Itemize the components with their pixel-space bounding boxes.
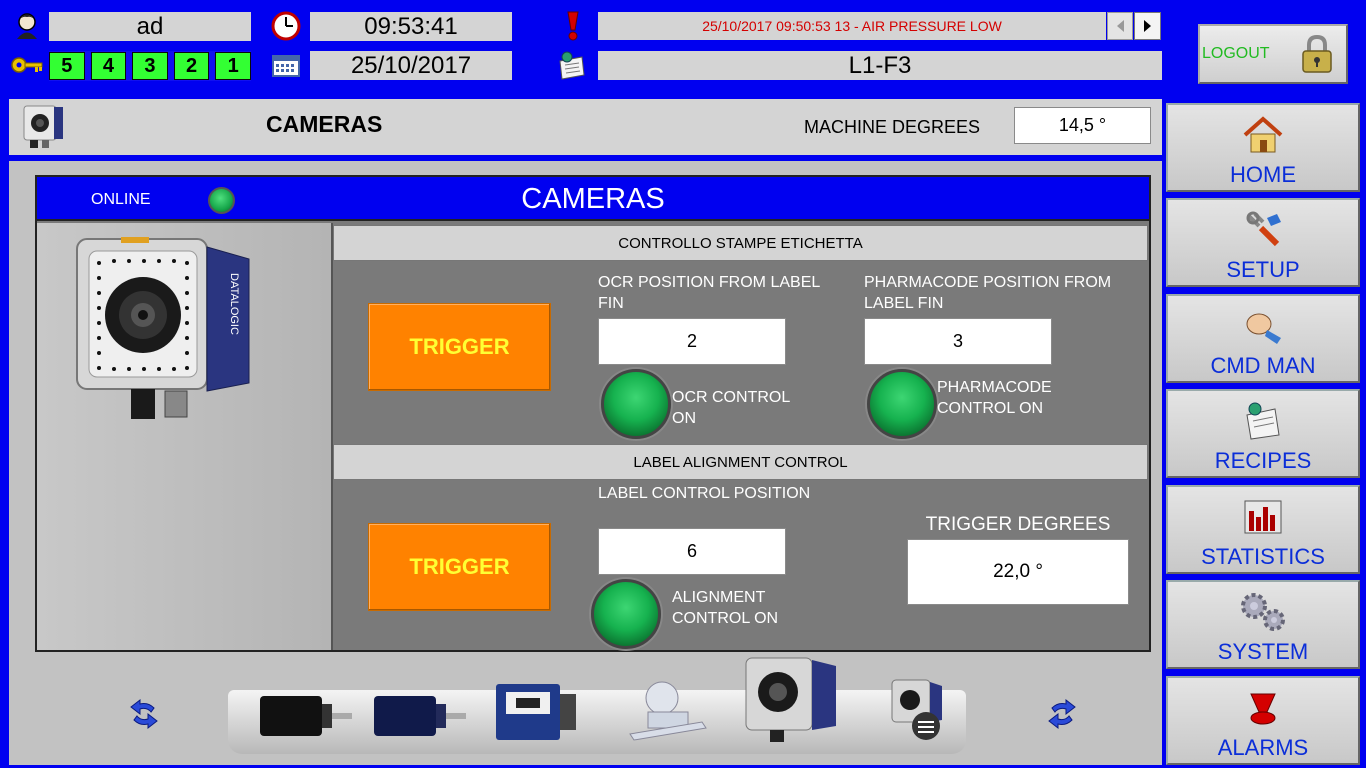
pharmacode-control-led[interactable] <box>867 369 937 439</box>
user-icon <box>14 12 40 40</box>
panel-title: CAMERAS <box>521 183 665 215</box>
alarm-message[interactable]: 25/10/2017 09:50:53 13 - AIR PRESSURE LO… <box>598 12 1106 40</box>
trigger-button-label-alignment[interactable]: TRIGGER <box>368 523 551 611</box>
arrow-left-icon <box>1117 20 1124 32</box>
tools-icon <box>1246 211 1281 247</box>
logout-button[interactable]: LOGOUT <box>1198 24 1348 84</box>
nav-alarms-button[interactable]: ALARMS <box>1166 676 1360 765</box>
nav-cmd-man-button[interactable]: CMD MAN <box>1166 294 1360 383</box>
datalogic-camera-image: DATALOGIC <box>76 237 250 419</box>
nav-alarms-label: ALARMS <box>1217 735 1309 760</box>
nav-setup-label: SETUP <box>1226 257 1300 282</box>
padlock-icon <box>1302 34 1332 73</box>
motor-1-thumbnail[interactable] <box>258 692 354 740</box>
pharmacode-control-label: PHARMACODE CONTROL ON <box>937 379 1052 417</box>
alarm-light-icon <box>1250 693 1276 725</box>
pharmacode-position-input[interactable]: 3 <box>864 318 1052 365</box>
nav-recipes-button[interactable]: RECIPES <box>1166 389 1360 478</box>
nav-recipes-label: RECIPES <box>1214 448 1312 473</box>
camera-settings-thumbnail[interactable] <box>888 676 948 742</box>
label-control-position-label: LABEL CONTROL POSITION <box>598 485 811 502</box>
nav-setup-button[interactable]: SETUP <box>1166 198 1360 287</box>
title-bar: CAMERAS MACHINE DEGREES 14,5 ° <box>9 99 1162 155</box>
calendar-icon <box>272 55 300 77</box>
rotate-right-icon <box>1048 698 1076 730</box>
camera-thumbnail-selected[interactable] <box>742 654 840 744</box>
labeler-thumbnail[interactable] <box>624 678 714 744</box>
printer-icon <box>496 684 576 740</box>
line-field: L1-F3 <box>598 51 1162 80</box>
access-level-2: 2 <box>173 52 210 80</box>
trigger-button-print-control[interactable]: TRIGGER <box>368 303 551 391</box>
key-icon <box>10 52 44 78</box>
scroll-left-button[interactable] <box>128 698 160 730</box>
nav-cmd-man-label: CMD MAN <box>1210 353 1316 378</box>
access-level-3: 3 <box>132 52 168 80</box>
clock-icon <box>271 11 301 41</box>
logout-label: LOGOUT <box>1202 45 1270 62</box>
recipe-icon <box>1246 402 1280 440</box>
alarm-indicator-icon <box>562 10 584 42</box>
panel-header: ONLINE CAMERAS <box>37 177 1149 221</box>
nav-home-button[interactable]: HOME <box>1166 103 1360 192</box>
camera-image-area: DATALOGIC <box>37 223 333 650</box>
chart-icon <box>1244 500 1282 534</box>
page-title: CAMERAS <box>266 111 383 137</box>
recipe-line-icon <box>556 51 588 81</box>
nav-home-label: HOME <box>1230 162 1296 187</box>
nav-statistics-button[interactable]: STATISTICS <box>1166 485 1360 574</box>
rotate-left-icon <box>130 698 158 730</box>
alignment-control-label: ALIGNMENT CONTROL ON <box>672 589 779 627</box>
nav-system-label: SYSTEM <box>1217 639 1309 664</box>
nav-statistics-label: STATISTICS <box>1201 544 1325 569</box>
access-level-5: 5 <box>49 52 85 80</box>
camera-settings-icon <box>891 679 942 740</box>
ocr-control-label: OCR CONTROL ON <box>672 389 790 427</box>
trigger-degrees-value: 22,0 ° <box>907 539 1129 605</box>
date-field: 25/10/2017 <box>310 51 512 80</box>
motor-icon <box>260 696 352 736</box>
ocr-position-label: OCR POSITION FROM LABEL FIN <box>598 274 820 312</box>
motor-2-thumbnail[interactable] <box>372 692 468 740</box>
printer-thumbnail[interactable] <box>494 682 580 742</box>
motor-icon <box>374 696 466 736</box>
cameras-panel: ONLINE CAMERAS DATALOGIC CONTROLLO STAMP… <box>35 175 1151 652</box>
trigger-degrees-label: TRIGGER DEGREES <box>925 514 1111 535</box>
ocr-control-led[interactable] <box>601 369 671 439</box>
pharmacode-position-label: PHARMACODE POSITION FROM LABEL FIN <box>864 274 1112 312</box>
alarm-prev-button[interactable] <box>1107 12 1133 40</box>
machine-degrees-value: 14,5 ° <box>1014 107 1151 144</box>
scroll-right-button[interactable] <box>1046 698 1078 730</box>
access-level-1: 1 <box>215 52 251 80</box>
camera-thumbnail-icon <box>22 104 66 150</box>
gears-icon <box>1241 593 1285 631</box>
machine-degrees-label: MACHINE DEGREES <box>804 117 981 137</box>
user-field: ad <box>49 12 251 41</box>
alignment-control-led[interactable] <box>591 579 661 649</box>
arrow-right-icon <box>1143 20 1151 32</box>
svg-text:DATALOGIC: DATALOGIC <box>228 273 240 335</box>
camera-icon <box>745 657 836 742</box>
access-level-4: 4 <box>90 52 127 80</box>
home-icon <box>1243 116 1283 153</box>
alarm-next-button[interactable] <box>1134 12 1161 40</box>
access-levels: 5 4 3 2 1 <box>49 51 251 81</box>
hand-icon <box>1246 313 1281 344</box>
label-control-position-input[interactable]: 6 <box>598 528 786 575</box>
section-heading-label-alignment: LABEL ALIGNMENT CONTROL <box>333 444 1148 480</box>
time-field: 09:53:41 <box>310 12 512 41</box>
section-heading-print-control: CONTROLLO STAMPE ETICHETTA <box>333 225 1148 261</box>
ocr-position-input[interactable]: 2 <box>598 318 786 365</box>
nav-system-button[interactable]: SYSTEM <box>1166 580 1360 669</box>
labeler-icon <box>629 681 707 741</box>
